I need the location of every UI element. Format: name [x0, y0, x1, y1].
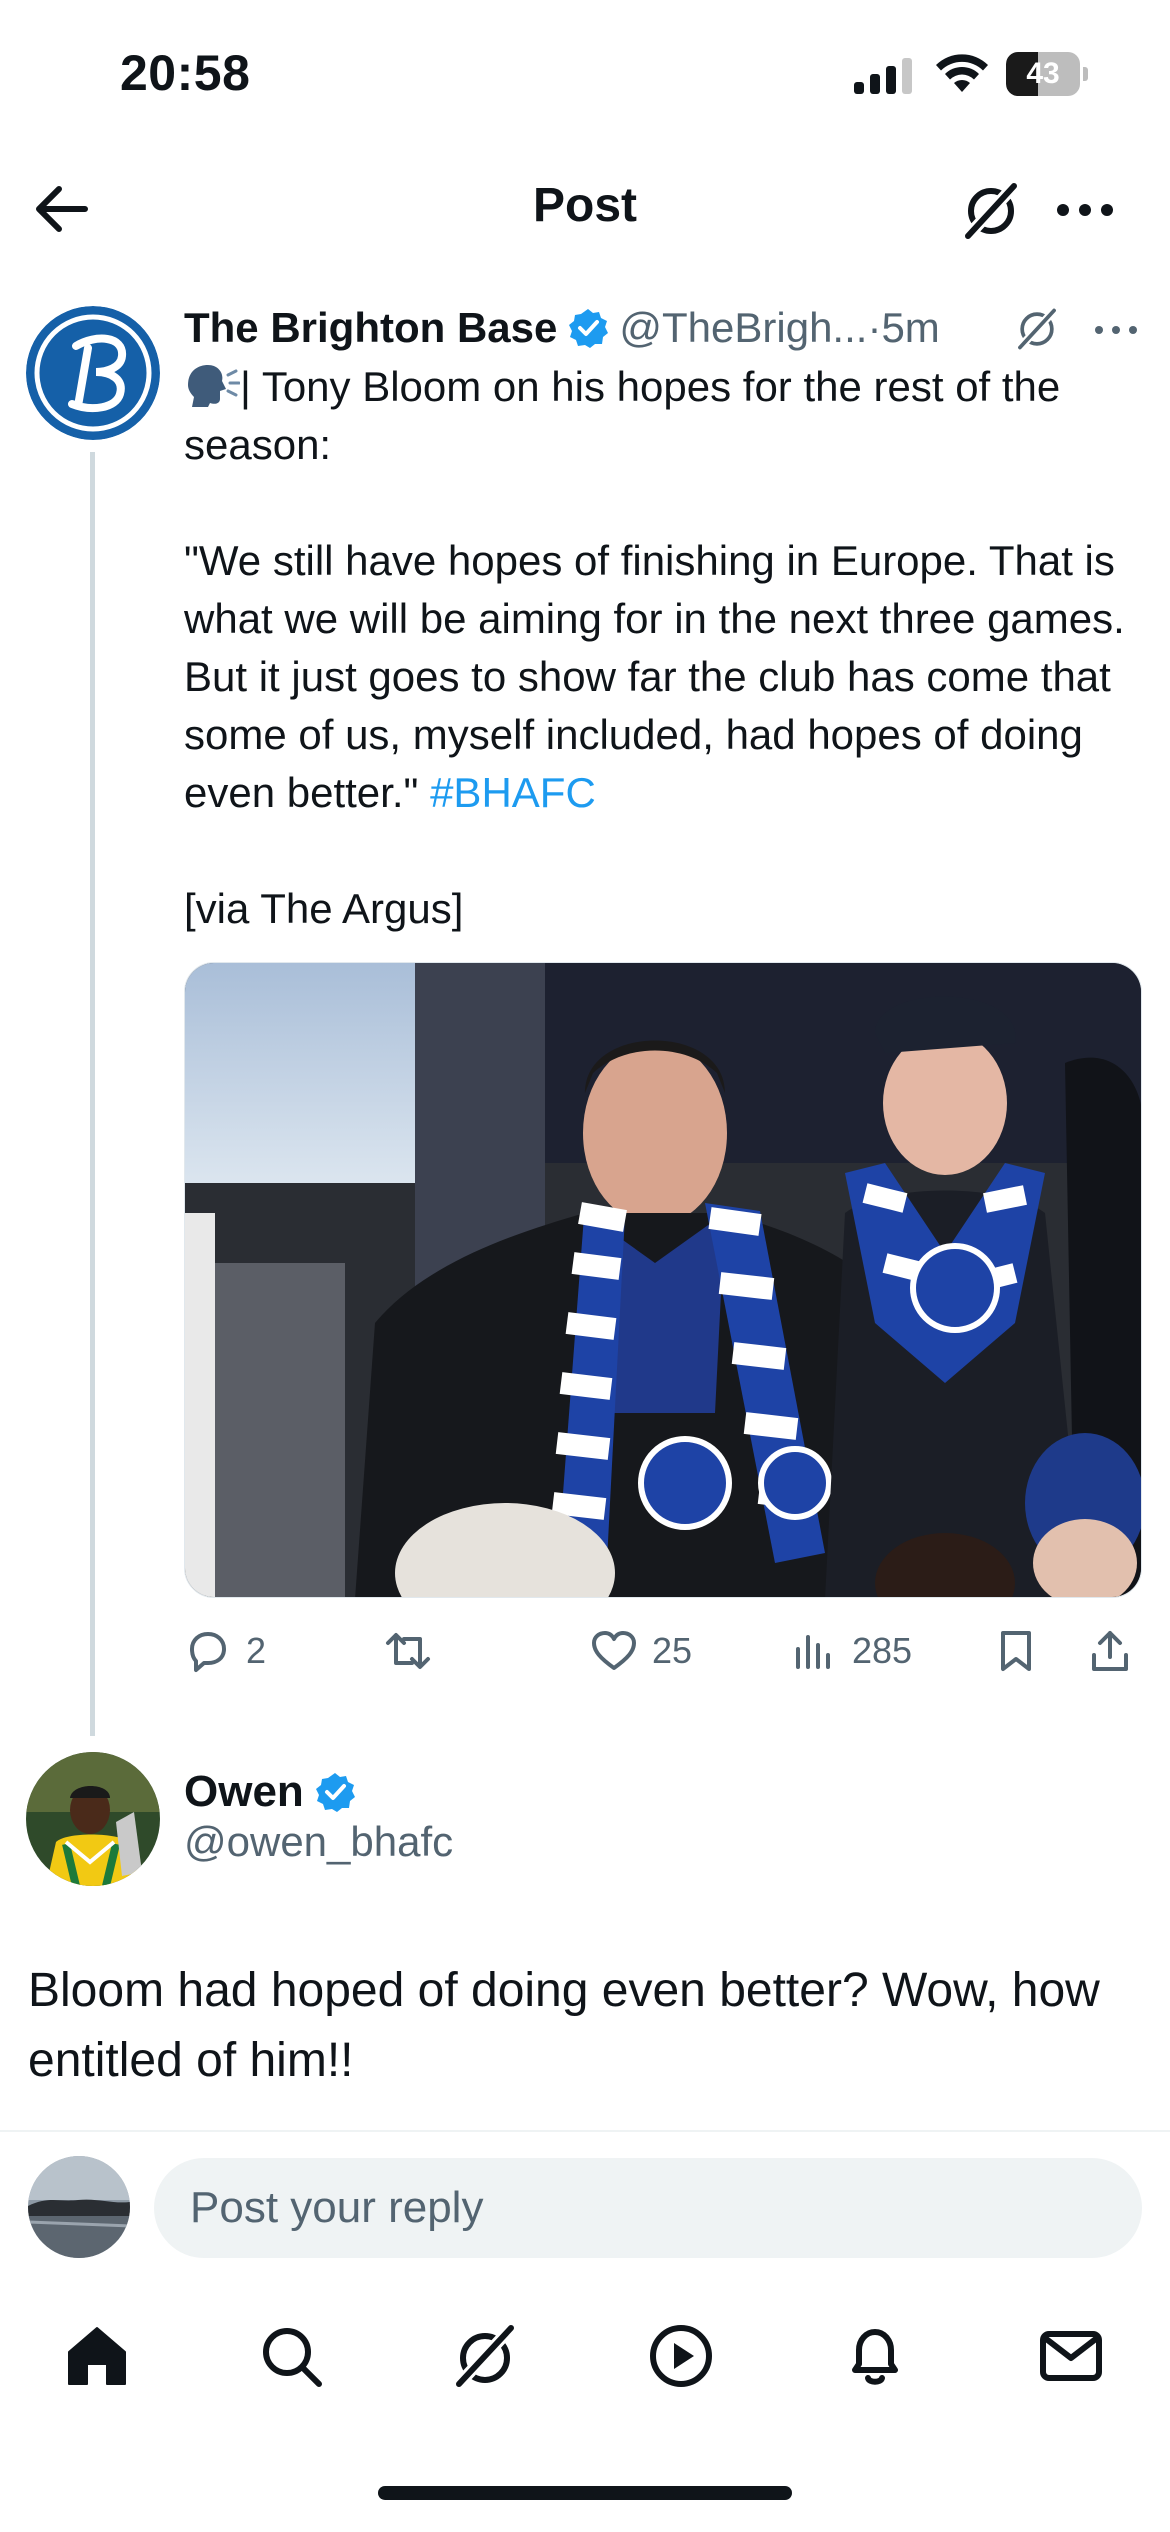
bottom-nav: [0, 2300, 1170, 2410]
nav-messages[interactable]: [1026, 2314, 1116, 2398]
hashtag-link[interactable]: #BHAFC: [430, 769, 596, 816]
home-icon: [68, 2327, 126, 2385]
more-horizontal-icon: [1095, 326, 1137, 334]
grok-icon: [452, 2322, 518, 2390]
repost-button[interactable]: [384, 1616, 446, 1686]
status-time: 20:58: [120, 45, 251, 101]
author-name[interactable]: Owen: [184, 1767, 304, 1817]
like-count: 25: [652, 1630, 693, 1671]
reply-count: 2: [246, 1630, 267, 1671]
brighton-base-logo: [26, 306, 160, 440]
user-avatar-image: [28, 2156, 130, 2258]
wifi-icon: [936, 54, 988, 92]
battery-icon: 43: [1006, 52, 1088, 96]
stadium-photo-image: [185, 963, 1141, 1597]
views-button[interactable]: 285: [790, 1616, 912, 1686]
bookmark-icon: [1001, 1631, 1031, 1671]
notifications-icon: [852, 2329, 898, 2385]
post-more-button[interactable]: [1086, 306, 1146, 354]
repost-icon: [386, 1633, 430, 1669]
post-header: Post: [0, 150, 1170, 268]
focused-author-line: Owen: [184, 1762, 356, 1822]
post-quote: "We still have hopes of finishing in Eur…: [184, 537, 1125, 816]
post-text-lead: | Tony Bloom on his hopes for the rest o…: [184, 363, 1061, 468]
video-icon: [650, 2325, 712, 2387]
nav-video[interactable]: [636, 2314, 726, 2398]
views-count: 285: [852, 1630, 913, 1671]
grok-icon: [1015, 306, 1059, 352]
nav-grok[interactable]: [440, 2314, 530, 2398]
more-button[interactable]: [1050, 180, 1120, 240]
author-name[interactable]: The Brighton Base: [184, 304, 557, 352]
verified-badge-icon: [567, 307, 609, 349]
share-button[interactable]: [1086, 1616, 1134, 1686]
post-source: [via The Argus]: [184, 885, 464, 932]
avatar[interactable]: [26, 306, 160, 440]
share-icon: [1092, 1631, 1128, 1671]
reply-icon: [190, 1632, 226, 1672]
speaking-head-emoji-icon: [188, 365, 240, 407]
post-action-bar: 2 25 285: [184, 1616, 1144, 1686]
focused-post-text: Bloom had hoped of doing even better? Wo…: [28, 1964, 1100, 2087]
nav-notifications[interactable]: [830, 2314, 920, 2398]
more-horizontal-icon: [1057, 204, 1113, 216]
heart-icon: [592, 1631, 636, 1670]
post-photo[interactable]: [184, 962, 1142, 1598]
thread-line: [90, 452, 95, 1736]
avatar[interactable]: [26, 1752, 160, 1886]
grok-explain-button[interactable]: [1008, 300, 1066, 358]
grok-icon: [961, 180, 1021, 242]
nav-search[interactable]: [246, 2314, 336, 2398]
author-handle[interactable]: @TheBrigh...: [619, 304, 867, 352]
home-indicator[interactable]: [378, 2486, 792, 2500]
owen-avatar-image: [26, 1752, 160, 1886]
user-avatar[interactable]: [28, 2156, 130, 2258]
cellular-signal-icon: [854, 58, 912, 94]
verified-badge-icon: [314, 1771, 356, 1813]
nav-home[interactable]: [52, 2314, 142, 2398]
bookmark-button[interactable]: [992, 1616, 1040, 1686]
reply-button[interactable]: 2: [184, 1616, 266, 1686]
battery-level: 43: [1026, 57, 1060, 90]
post-time[interactable]: 5m: [881, 304, 939, 352]
grok-button[interactable]: [956, 178, 1026, 244]
like-button[interactable]: 25: [590, 1616, 692, 1686]
separator: ·: [867, 304, 882, 351]
messages-icon: [1040, 2331, 1102, 2381]
author-handle[interactable]: @owen_bhafc: [184, 1818, 453, 1866]
divider: [0, 2130, 1170, 2132]
post-text: | Tony Bloom on his hopes for the rest o…: [184, 358, 1144, 938]
search-icon: [263, 2328, 322, 2387]
reply-input[interactable]: [154, 2158, 1142, 2258]
status-bar: 20:58 43: [0, 0, 1170, 150]
views-chart-icon: [796, 1635, 830, 1669]
